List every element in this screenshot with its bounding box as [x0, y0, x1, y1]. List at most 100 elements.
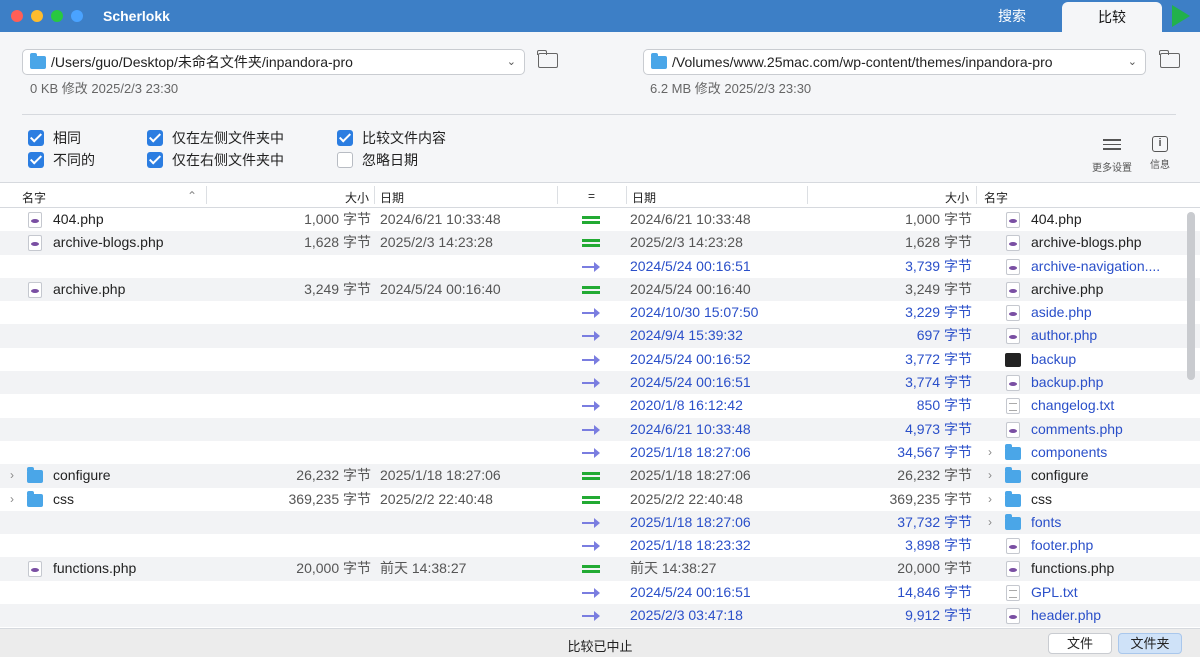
left-size: 20,000 字节 [296, 560, 371, 577]
table-row[interactable]: 2024/6/21 10:33:48 4,973 字节 comments.php [0, 417, 1200, 441]
right-name: components [1031, 443, 1108, 460]
disclosure-chevron-icon[interactable]: › [988, 511, 992, 534]
left-open-folder-button[interactable] [537, 50, 558, 68]
table-row[interactable]: 2024/5/24 00:16:51 14,846 字节 GPL.txt [0, 581, 1200, 604]
arrow-right-icon [582, 401, 600, 412]
table-row[interactable]: functions.php 20,000 字节 前天 14:38:27 前天 1… [0, 557, 1200, 581]
different-checkbox[interactable] [28, 152, 44, 168]
disclosure-chevron-icon[interactable]: › [10, 464, 14, 487]
only-right-checkbox[interactable] [147, 152, 163, 168]
table-row[interactable]: archive.php 3,249 字节 2024/5/24 00:16:40 … [0, 277, 1200, 302]
option-label: 相同 [53, 130, 81, 146]
info-button[interactable]: i 信息 [1138, 136, 1182, 171]
close-window-button[interactable] [11, 10, 23, 22]
zoom-window-button[interactable] [51, 10, 63, 22]
table-row[interactable]: › configure 26,232 字节 2025/1/18 18:27:06… [0, 464, 1200, 488]
right-open-folder-button[interactable] [1159, 50, 1180, 68]
table-row[interactable]: 2025/1/18 18:27:06 34,567 字节 › component… [0, 441, 1200, 464]
right-path-select[interactable]: /Volumes/www.25mac.com/wp-content/themes… [643, 49, 1146, 75]
right-date: 2020/1/8 16:12:42 [630, 397, 743, 414]
divider [22, 114, 1176, 115]
col-left-name[interactable]: 名字 [22, 189, 46, 206]
option-label: 仅在右侧文件夹中 [172, 152, 284, 168]
php-file-icon [1006, 235, 1020, 252]
right-size: 14,846 字节 [897, 583, 972, 600]
option-different[interactable]: 不同的 [28, 150, 95, 170]
table-row[interactable]: 2024/5/24 00:16:51 3,739 字节 archive-navi… [0, 255, 1200, 278]
text-file-icon [1006, 584, 1020, 601]
sort-up-icon: ⌃ [187, 189, 198, 203]
right-size: 3,249 字节 [905, 280, 972, 297]
col-right-name[interactable]: 名字 [984, 189, 1008, 206]
minimize-window-button[interactable] [31, 10, 43, 22]
right-name: archive-blogs.php [1031, 234, 1142, 251]
more-settings-button[interactable]: 更多设置 [1090, 136, 1134, 174]
option-only-right[interactable]: 仅在右侧文件夹中 [147, 150, 284, 170]
col-right-date[interactable]: 日期 [632, 189, 656, 206]
col-left-size[interactable]: 大小 [345, 189, 369, 206]
right-size: 1,000 字节 [905, 211, 972, 227]
option-compare-content[interactable]: 比较文件内容 [337, 128, 446, 148]
left-date: 2025/1/18 18:27:06 [380, 467, 501, 484]
option-ignore-date[interactable]: 忽略日期 [337, 150, 418, 170]
compare-content-checkbox[interactable] [337, 130, 353, 146]
table-row[interactable]: 2024/9/4 15:39:32 697 字节 author.php [0, 324, 1200, 348]
same-checkbox[interactable] [28, 130, 44, 146]
disclosure-chevron-icon[interactable]: › [988, 464, 992, 487]
ignore-date-checkbox[interactable] [337, 152, 353, 168]
arrow-right-icon [582, 587, 600, 598]
run-compare-button[interactable] [1172, 5, 1190, 27]
tab-compare[interactable]: 比较 [1062, 2, 1162, 32]
folder-icon [1005, 490, 1021, 507]
table-row[interactable]: 2025/2/3 03:47:18 9,912 字节 header.php [0, 604, 1200, 628]
tab-search[interactable]: 搜索 [962, 0, 1062, 32]
arrow-right-icon [582, 517, 600, 528]
right-name: changelog.txt [1031, 397, 1115, 414]
option-same[interactable]: 相同 [28, 128, 81, 148]
col-left-date[interactable]: 日期 [380, 189, 404, 206]
disclosure-chevron-icon[interactable]: › [10, 488, 14, 511]
folder-icon [1005, 513, 1021, 530]
right-name: css [1031, 490, 1052, 507]
left-path-select[interactable]: /Users/guo/Desktop/未命名文件夹/inpandora-pro … [22, 49, 525, 75]
table-row[interactable]: 2020/1/8 16:12:42 850 字节 changelog.txt [0, 394, 1200, 417]
option-only-left[interactable]: 仅在左侧文件夹中 [147, 128, 284, 148]
arrow-right-icon [582, 354, 600, 365]
php-file-icon [28, 561, 42, 578]
php-file-icon [1006, 328, 1020, 345]
table-row[interactable]: 2024/5/24 00:16:52 3,772 字节 backup [0, 348, 1200, 371]
table-row[interactable]: archive-blogs.php 1,628 字节 2025/2/3 14:2… [0, 231, 1200, 255]
col-compare[interactable]: = [588, 189, 595, 203]
table-row[interactable]: 2024/5/24 00:16:51 3,774 字节 backup.php [0, 371, 1200, 395]
right-size: 369,235 字节 [889, 490, 973, 507]
disclosure-chevron-icon[interactable]: › [988, 488, 992, 511]
disclosure-chevron-icon[interactable]: › [988, 441, 992, 464]
right-date: 2025/1/18 18:23:32 [630, 537, 751, 554]
right-date: 2024/5/24 00:16:51 [630, 257, 751, 274]
equal-icon [582, 285, 600, 294]
only-left-checkbox[interactable] [147, 130, 163, 146]
right-date: 2025/2/3 03:47:18 [630, 607, 743, 624]
text-file-icon [1006, 398, 1020, 415]
col-right-size[interactable]: 大小 [945, 189, 969, 206]
folder-icon [30, 52, 46, 69]
file-mode-button[interactable]: 文件 [1048, 633, 1112, 654]
folder-mode-button[interactable]: 文件夹 [1118, 633, 1182, 654]
table-header: 名字 ⌃ 大小 日期 = 日期 大小 名字 [0, 182, 1200, 208]
left-size: 26,232 字节 [296, 467, 371, 484]
table-row[interactable]: › css 369,235 字节 2025/2/2 22:40:48 2025/… [0, 488, 1200, 511]
table-row[interactable]: 404.php 1,000 字节 2024/6/21 10:33:48 2024… [0, 208, 1200, 231]
right-name: archive-navigation.... [1031, 257, 1161, 274]
table-row[interactable]: 2025/1/18 18:23:32 3,898 字节 footer.php [0, 534, 1200, 557]
right-date: 2024/6/21 10:33:48 [630, 211, 751, 227]
folder-icon [1005, 443, 1021, 460]
right-name: fonts [1031, 513, 1062, 530]
php-file-icon [1006, 281, 1020, 298]
right-date: 2025/2/2 22:40:48 [630, 490, 743, 507]
vertical-scrollbar[interactable] [1187, 212, 1195, 380]
table-row[interactable]: 2024/10/30 15:07:50 3,229 字节 aside.php [0, 301, 1200, 324]
left-name: functions.php [53, 560, 137, 577]
right-date: 2024/9/4 15:39:32 [630, 327, 743, 344]
right-size: 20,000 字节 [897, 560, 972, 577]
table-row[interactable]: 2025/1/18 18:27:06 37,732 字节 › fonts [0, 510, 1200, 535]
